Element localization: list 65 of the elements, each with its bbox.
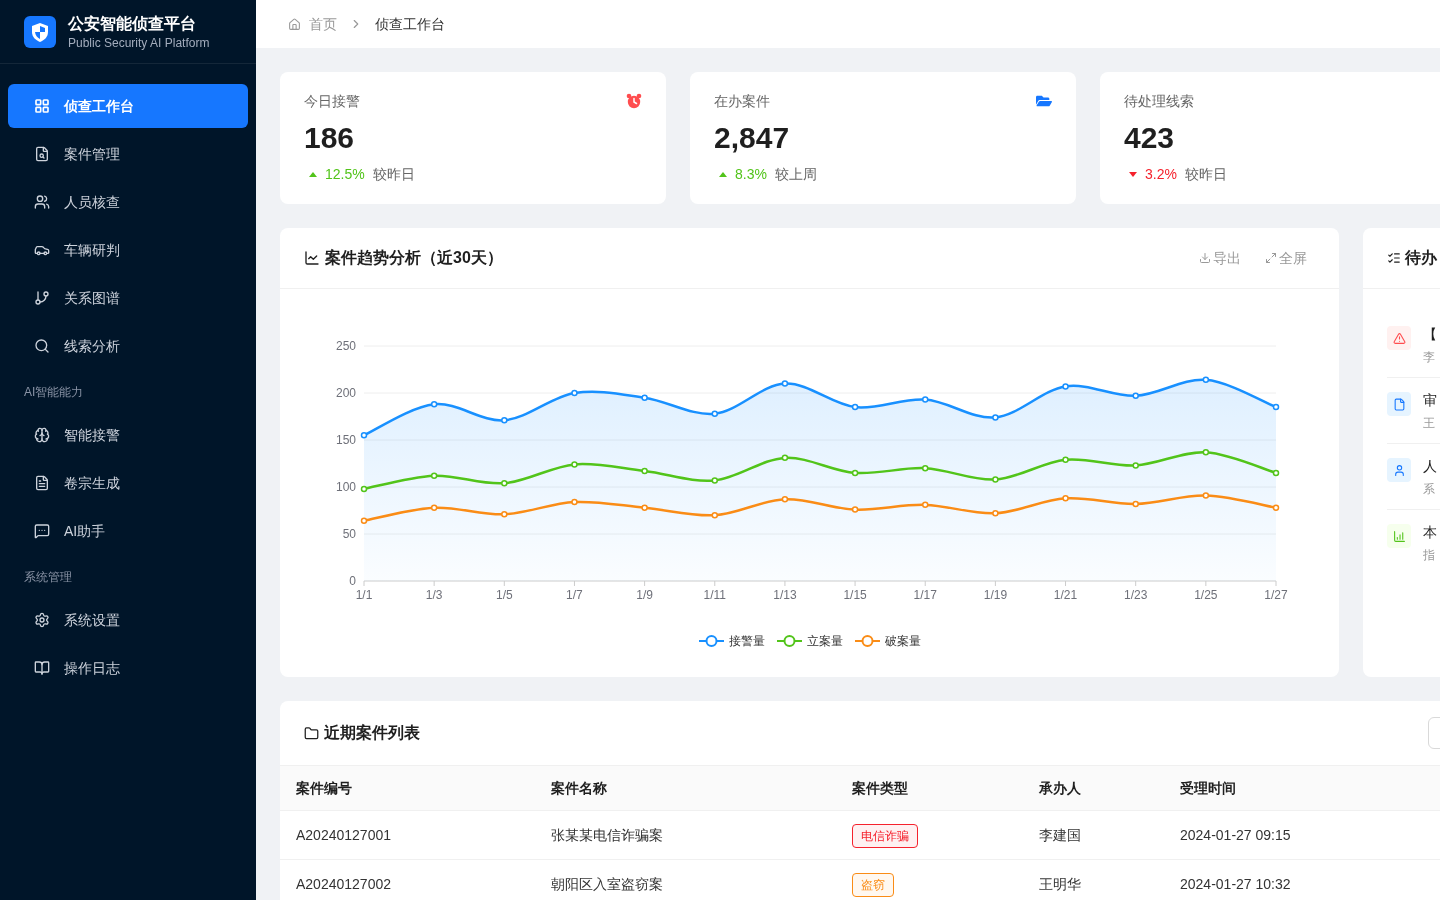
table-cell: A20240127002 [280, 859, 535, 900]
axis-tick-label: 250 [335, 339, 356, 353]
stat-label: 待处理线索 [1124, 92, 1194, 111]
todo-subtitle: 李 [1423, 349, 1436, 366]
legend-label: 破案量 [884, 633, 921, 649]
table-cell: 张某某电信诈骗案 [535, 810, 836, 860]
stat-change: 3.2% [1145, 165, 1177, 184]
axis-tick-label: 1/15 [843, 588, 867, 602]
table-cell: 朝阳区入室盗窃案 [535, 859, 836, 900]
axis-tick-label: 100 [335, 480, 356, 494]
column-header: 案件编号 [280, 765, 535, 811]
case-type-tag: 电信诈骗 [852, 823, 918, 848]
legend-label: 接警量 [728, 633, 765, 649]
todo-subtitle: 王 [1423, 415, 1436, 432]
panel-title: 待办 [1405, 248, 1437, 268]
brand-subtitle: Public Security AI Platform [68, 34, 210, 51]
todo-subtitle: 系 [1423, 481, 1436, 498]
case-type-tag: 盗窃 [852, 872, 894, 897]
legend-label: 立案量 [806, 633, 843, 649]
todo-title: 审 [1423, 391, 1437, 410]
axis-tick-label: 1/3 [425, 588, 443, 602]
stat-change: 8.3% [735, 165, 767, 184]
axis-tick-label: 150 [335, 433, 356, 447]
brand-title: 公安智能侦查平台 [68, 13, 197, 34]
axis-tick-label: 1/1 [355, 588, 373, 602]
axis-tick-label: 1/11 [703, 588, 726, 602]
todo-title: 本 [1423, 523, 1437, 542]
axis-tick-label: 1/13 [773, 588, 797, 602]
stat-label: 在办案件 [714, 92, 770, 111]
axis-tick-label: 1/9 [636, 588, 653, 602]
todo-subtitle: 指 [1423, 547, 1436, 564]
card-title: 近期案件列表 [324, 723, 420, 743]
stat-label: 今日接警 [304, 92, 360, 111]
table-cell: 2024-01-27 10:32 [1164, 859, 1440, 900]
axis-tick-label: 1/27 [1264, 588, 1288, 602]
axis-tick-label: 50 [342, 527, 356, 541]
stat-change: 12.5% [325, 165, 365, 184]
axis-tick-label: 1/23 [1124, 588, 1148, 602]
todo-title: 人 [1423, 457, 1437, 476]
nav-section-heading: 系统管理 [23, 569, 73, 586]
stat-value: 186 [304, 120, 356, 156]
axis-tick-label: 0 [349, 574, 356, 588]
axis-tick-label: 1/5 [495, 588, 513, 602]
nav-section-heading: AI智能能力 [23, 384, 85, 401]
axis-tick-label: 1/7 [566, 588, 583, 602]
column-header: 受理时间 [1164, 765, 1440, 811]
axis-tick-label: 1/25 [1194, 588, 1218, 602]
axis-tick-label: 200 [335, 386, 356, 400]
axis-tick-label: 1/21 [1053, 588, 1078, 602]
card-title: 案件趋势分析（近30天） [325, 248, 503, 268]
stat-value: 423 [1124, 120, 1176, 156]
axis-tick-label: 1/17 [913, 588, 937, 602]
table-cell: 李建国 [1023, 810, 1164, 860]
column-header: 案件名称 [535, 765, 836, 811]
todo-title: 【 [1423, 325, 1437, 344]
stat-value: 2,847 [714, 120, 791, 156]
table-cell: A20240127001 [280, 810, 535, 860]
stat-comparison: 较昨日 [372, 165, 415, 184]
table-cell: 王明华 [1023, 859, 1164, 900]
stat-comparison: 较上周 [774, 165, 817, 184]
stat-comparison: 较昨日 [1184, 165, 1227, 184]
column-header: 案件类型 [836, 765, 1023, 811]
table-cell: 2024-01-27 09:15 [1164, 810, 1440, 860]
column-header: 承办人 [1023, 765, 1164, 811]
axis-tick-label: 1/19 [983, 588, 1008, 602]
